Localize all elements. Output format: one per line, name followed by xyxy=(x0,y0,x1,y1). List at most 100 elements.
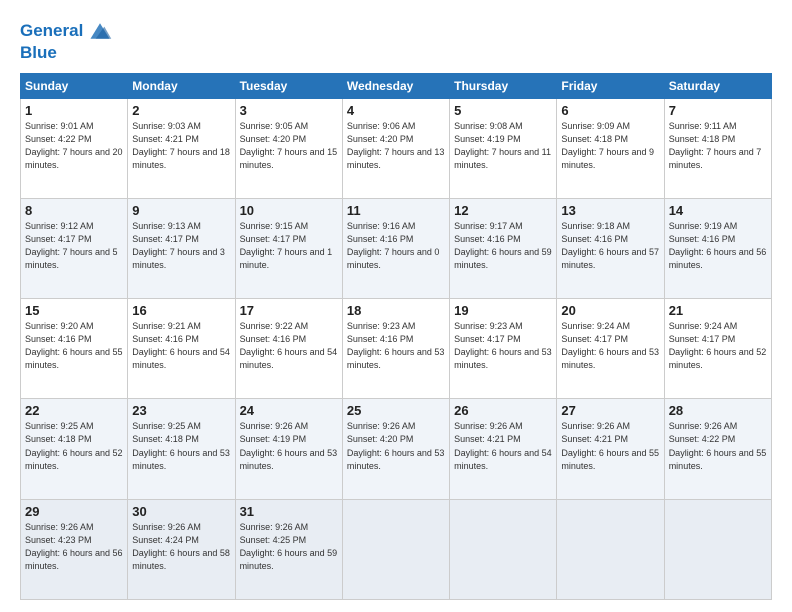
calendar-cell: 27 Sunrise: 9:26 AMSunset: 4:21 PMDaylig… xyxy=(557,399,664,499)
day-detail: Sunrise: 9:20 AMSunset: 4:16 PMDaylight:… xyxy=(25,321,123,370)
day-detail: Sunrise: 9:22 AMSunset: 4:16 PMDaylight:… xyxy=(240,321,338,370)
day-number: 5 xyxy=(454,103,552,118)
calendar-cell xyxy=(664,499,771,599)
calendar-cell: 3 Sunrise: 9:05 AMSunset: 4:20 PMDayligh… xyxy=(235,98,342,198)
day-detail: Sunrise: 9:08 AMSunset: 4:19 PMDaylight:… xyxy=(454,121,551,170)
weekday-header-row: SundayMondayTuesdayWednesdayThursdayFrid… xyxy=(21,73,772,98)
day-number: 22 xyxy=(25,403,123,418)
logo-text-general: General xyxy=(20,22,83,41)
calendar-cell: 25 Sunrise: 9:26 AMSunset: 4:20 PMDaylig… xyxy=(342,399,449,499)
calendar-cell xyxy=(342,499,449,599)
calendar-cell: 17 Sunrise: 9:22 AMSunset: 4:16 PMDaylig… xyxy=(235,299,342,399)
logo-icon xyxy=(87,18,113,44)
day-number: 19 xyxy=(454,303,552,318)
day-detail: Sunrise: 9:16 AMSunset: 4:16 PMDaylight:… xyxy=(347,221,440,270)
day-number: 20 xyxy=(561,303,659,318)
day-number: 14 xyxy=(669,203,767,218)
logo: General Blue xyxy=(20,18,113,63)
day-detail: Sunrise: 9:24 AMSunset: 4:17 PMDaylight:… xyxy=(561,321,659,370)
weekday-thursday: Thursday xyxy=(450,73,557,98)
calendar-cell: 10 Sunrise: 9:15 AMSunset: 4:17 PMDaylig… xyxy=(235,198,342,298)
day-number: 18 xyxy=(347,303,445,318)
calendar-week-1: 1 Sunrise: 9:01 AMSunset: 4:22 PMDayligh… xyxy=(21,98,772,198)
calendar-cell: 7 Sunrise: 9:11 AMSunset: 4:18 PMDayligh… xyxy=(664,98,771,198)
day-detail: Sunrise: 9:19 AMSunset: 4:16 PMDaylight:… xyxy=(669,221,767,270)
calendar-cell: 31 Sunrise: 9:26 AMSunset: 4:25 PMDaylig… xyxy=(235,499,342,599)
calendar-cell: 24 Sunrise: 9:26 AMSunset: 4:19 PMDaylig… xyxy=(235,399,342,499)
day-detail: Sunrise: 9:05 AMSunset: 4:20 PMDaylight:… xyxy=(240,121,338,170)
weekday-sunday: Sunday xyxy=(21,73,128,98)
day-detail: Sunrise: 9:26 AMSunset: 4:24 PMDaylight:… xyxy=(132,522,230,571)
day-number: 9 xyxy=(132,203,230,218)
day-detail: Sunrise: 9:26 AMSunset: 4:22 PMDaylight:… xyxy=(669,421,767,470)
day-detail: Sunrise: 9:23 AMSunset: 4:17 PMDaylight:… xyxy=(454,321,552,370)
day-number: 28 xyxy=(669,403,767,418)
calendar-cell: 18 Sunrise: 9:23 AMSunset: 4:16 PMDaylig… xyxy=(342,299,449,399)
calendar-cell: 28 Sunrise: 9:26 AMSunset: 4:22 PMDaylig… xyxy=(664,399,771,499)
day-number: 6 xyxy=(561,103,659,118)
day-detail: Sunrise: 9:03 AMSunset: 4:21 PMDaylight:… xyxy=(132,121,230,170)
calendar-cell: 2 Sunrise: 9:03 AMSunset: 4:21 PMDayligh… xyxy=(128,98,235,198)
day-detail: Sunrise: 9:26 AMSunset: 4:19 PMDaylight:… xyxy=(240,421,338,470)
day-number: 31 xyxy=(240,504,338,519)
day-number: 30 xyxy=(132,504,230,519)
day-number: 12 xyxy=(454,203,552,218)
calendar-cell: 20 Sunrise: 9:24 AMSunset: 4:17 PMDaylig… xyxy=(557,299,664,399)
day-number: 21 xyxy=(669,303,767,318)
calendar-week-2: 8 Sunrise: 9:12 AMSunset: 4:17 PMDayligh… xyxy=(21,198,772,298)
header: General Blue xyxy=(20,18,772,63)
calendar-cell: 29 Sunrise: 9:26 AMSunset: 4:23 PMDaylig… xyxy=(21,499,128,599)
day-detail: Sunrise: 9:26 AMSunset: 4:25 PMDaylight:… xyxy=(240,522,338,571)
day-number: 17 xyxy=(240,303,338,318)
calendar-cell: 21 Sunrise: 9:24 AMSunset: 4:17 PMDaylig… xyxy=(664,299,771,399)
calendar-cell: 6 Sunrise: 9:09 AMSunset: 4:18 PMDayligh… xyxy=(557,98,664,198)
day-detail: Sunrise: 9:26 AMSunset: 4:21 PMDaylight:… xyxy=(454,421,552,470)
day-number: 27 xyxy=(561,403,659,418)
day-detail: Sunrise: 9:23 AMSunset: 4:16 PMDaylight:… xyxy=(347,321,445,370)
day-detail: Sunrise: 9:26 AMSunset: 4:20 PMDaylight:… xyxy=(347,421,445,470)
calendar-cell: 5 Sunrise: 9:08 AMSunset: 4:19 PMDayligh… xyxy=(450,98,557,198)
calendar-cell: 22 Sunrise: 9:25 AMSunset: 4:18 PMDaylig… xyxy=(21,399,128,499)
day-detail: Sunrise: 9:12 AMSunset: 4:17 PMDaylight:… xyxy=(25,221,118,270)
calendar-week-4: 22 Sunrise: 9:25 AMSunset: 4:18 PMDaylig… xyxy=(21,399,772,499)
calendar-table: SundayMondayTuesdayWednesdayThursdayFrid… xyxy=(20,73,772,600)
day-detail: Sunrise: 9:06 AMSunset: 4:20 PMDaylight:… xyxy=(347,121,445,170)
calendar-cell: 23 Sunrise: 9:25 AMSunset: 4:18 PMDaylig… xyxy=(128,399,235,499)
day-detail: Sunrise: 9:15 AMSunset: 4:17 PMDaylight:… xyxy=(240,221,333,270)
day-detail: Sunrise: 9:26 AMSunset: 4:21 PMDaylight:… xyxy=(561,421,659,470)
day-number: 4 xyxy=(347,103,445,118)
day-number: 11 xyxy=(347,203,445,218)
day-detail: Sunrise: 9:24 AMSunset: 4:17 PMDaylight:… xyxy=(669,321,767,370)
calendar-cell: 14 Sunrise: 9:19 AMSunset: 4:16 PMDaylig… xyxy=(664,198,771,298)
calendar-cell: 4 Sunrise: 9:06 AMSunset: 4:20 PMDayligh… xyxy=(342,98,449,198)
day-detail: Sunrise: 9:21 AMSunset: 4:16 PMDaylight:… xyxy=(132,321,230,370)
weekday-wednesday: Wednesday xyxy=(342,73,449,98)
calendar-cell xyxy=(450,499,557,599)
calendar-cell: 8 Sunrise: 9:12 AMSunset: 4:17 PMDayligh… xyxy=(21,198,128,298)
calendar-cell: 19 Sunrise: 9:23 AMSunset: 4:17 PMDaylig… xyxy=(450,299,557,399)
day-detail: Sunrise: 9:01 AMSunset: 4:22 PMDaylight:… xyxy=(25,121,123,170)
day-detail: Sunrise: 9:11 AMSunset: 4:18 PMDaylight:… xyxy=(669,121,762,170)
weekday-tuesday: Tuesday xyxy=(235,73,342,98)
day-number: 10 xyxy=(240,203,338,218)
day-detail: Sunrise: 9:25 AMSunset: 4:18 PMDaylight:… xyxy=(132,421,230,470)
day-number: 1 xyxy=(25,103,123,118)
calendar-cell: 15 Sunrise: 9:20 AMSunset: 4:16 PMDaylig… xyxy=(21,299,128,399)
weekday-saturday: Saturday xyxy=(664,73,771,98)
calendar-week-5: 29 Sunrise: 9:26 AMSunset: 4:23 PMDaylig… xyxy=(21,499,772,599)
calendar-cell: 12 Sunrise: 9:17 AMSunset: 4:16 PMDaylig… xyxy=(450,198,557,298)
day-detail: Sunrise: 9:25 AMSunset: 4:18 PMDaylight:… xyxy=(25,421,123,470)
day-number: 3 xyxy=(240,103,338,118)
calendar-cell: 1 Sunrise: 9:01 AMSunset: 4:22 PMDayligh… xyxy=(21,98,128,198)
day-detail: Sunrise: 9:09 AMSunset: 4:18 PMDaylight:… xyxy=(561,121,654,170)
day-detail: Sunrise: 9:18 AMSunset: 4:16 PMDaylight:… xyxy=(561,221,659,270)
day-detail: Sunrise: 9:26 AMSunset: 4:23 PMDaylight:… xyxy=(25,522,123,571)
day-number: 8 xyxy=(25,203,123,218)
calendar-cell: 11 Sunrise: 9:16 AMSunset: 4:16 PMDaylig… xyxy=(342,198,449,298)
calendar-cell: 9 Sunrise: 9:13 AMSunset: 4:17 PMDayligh… xyxy=(128,198,235,298)
day-number: 23 xyxy=(132,403,230,418)
day-number: 29 xyxy=(25,504,123,519)
calendar-cell xyxy=(557,499,664,599)
weekday-friday: Friday xyxy=(557,73,664,98)
page: General Blue SundayMondayTuesdayWednesda… xyxy=(0,0,792,612)
